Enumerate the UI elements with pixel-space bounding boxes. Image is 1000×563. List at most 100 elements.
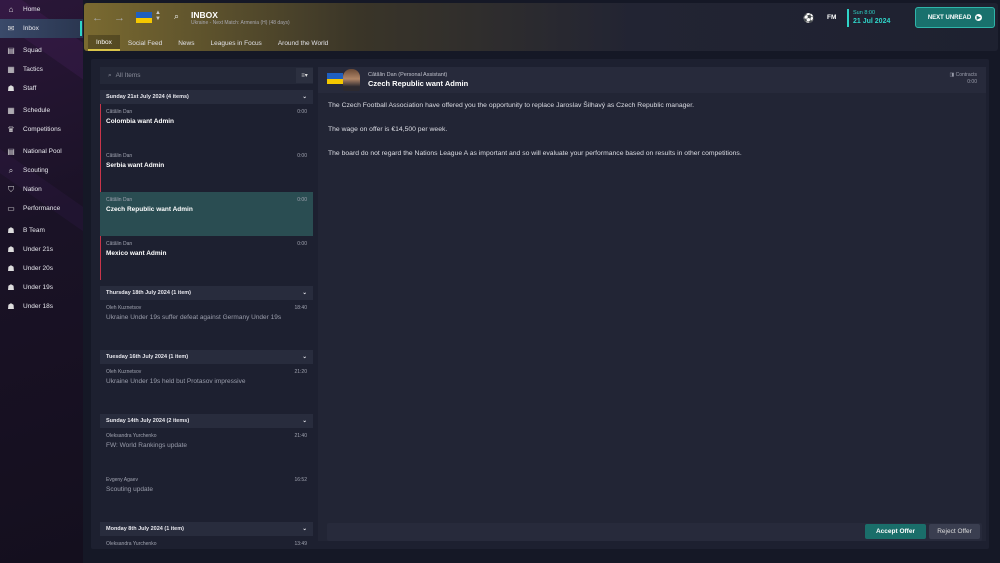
search-icon[interactable]: ⌕ — [174, 11, 179, 22]
sidebar-item-schedule[interactable]: ▦ Schedule — [0, 101, 83, 120]
football-icon[interactable]: ⚽ — [803, 13, 814, 24]
sidebar-item-label: Inbox — [23, 25, 39, 32]
date-group-header[interactable]: Sunday 14th July 2024 (2 items) ⌄ — [100, 414, 313, 428]
national-pool-icon: ▤ — [7, 147, 15, 156]
sidebar-item-performance[interactable]: ▭ Performance — [0, 199, 83, 218]
avatar[interactable] — [343, 69, 360, 91]
tab-around-the-world[interactable]: Around the World — [270, 35, 336, 51]
message-list: ⌕ All Items ≡▾ Sunday 21st July 2024 (4 … — [100, 67, 313, 547]
tab-news[interactable]: News — [170, 35, 202, 51]
action-bar: Accept Offer Reject Offer — [327, 523, 982, 541]
message-row[interactable]: Oleksandra Yurchenko 21:40 FW: World Ranki… — [100, 428, 313, 472]
sidebar-item-home[interactable]: ⌂ Home — [0, 0, 83, 19]
sidebar-item-tactics[interactable]: ▦ Tactics — [0, 60, 83, 79]
staff-icon: ☗ — [7, 84, 15, 93]
sidebar-item-under-20s[interactable]: ☗ Under 20s — [0, 259, 83, 278]
inbox-icon: ✉ — [7, 24, 15, 33]
date-group-header[interactable]: Sunday 21st July 2024 (4 items) ⌄ — [100, 90, 313, 104]
sidebar-item-label: Under 20s — [23, 265, 53, 272]
sidebar: ⌂ Home ✉ Inbox ▤ Squad ▦ Tactics ☗ Staff ▦ Schedule… — [0, 0, 83, 563]
message-time: 16:52 — [294, 477, 307, 483]
inbox-panel: ⌕ All Items ≡▾ Sunday 21st July 2024 (4 … — [91, 59, 989, 549]
next-match-info: Ukraine - Next Match: Armenia (H) (48 da… — [191, 20, 290, 26]
message-sender[interactable]: Cătălin Dan (Personal Assistant) — [368, 72, 447, 78]
message-time: 21:40 — [294, 433, 307, 439]
performance-icon: ▭ — [7, 204, 15, 213]
squad-icon: ▤ — [7, 46, 15, 55]
message-subject: Colombia want Admin — [106, 118, 175, 125]
message-time: 18:40 — [294, 305, 307, 311]
tab-inbox[interactable]: Inbox — [88, 35, 120, 51]
message-subject: FW: World Rankings update — [106, 442, 188, 449]
reject-offer-button[interactable]: Reject Offer — [929, 524, 980, 539]
sidebar-item-staff[interactable]: ☗ Staff — [0, 79, 83, 98]
chevron-down-icon[interactable]: ⌄ — [302, 290, 307, 296]
date-group-label: Monday 8th July 2024 (1 item) — [106, 526, 184, 532]
sidebar-item-under-21s[interactable]: ☗ Under 21s — [0, 240, 83, 259]
message-from: Cătălin Dan — [106, 153, 133, 159]
sidebar-item-national-pool[interactable]: ▤ National Pool — [0, 142, 83, 161]
ukraine-flag-icon[interactable] — [136, 12, 152, 23]
message-row[interactable]: Oleksandra Yurchenko 13:49 — [100, 536, 313, 547]
next-unread-label: NEXT UNREAD — [927, 14, 972, 21]
date-group-header[interactable]: Thursday 18th July 2024 (1 item) ⌄ — [100, 286, 313, 300]
fm-logo[interactable]: FM — [827, 14, 836, 21]
back-arrow-icon[interactable]: ← — [92, 12, 103, 24]
message-subject: Ukraine Under 19s held but Protasov impr… — [106, 378, 246, 385]
page-title: INBOX — [191, 10, 218, 20]
tab-bar: Inbox Social Feed News Leagues in Focus … — [88, 35, 336, 51]
sidebar-item-under-19s[interactable]: ☗ Under 19s — [0, 278, 83, 297]
date-group-header[interactable]: Tuesday 16th July 2024 (1 item) ⌄ — [100, 350, 313, 364]
sidebar-item-scouting[interactable]: ⌕ Scouting — [0, 161, 83, 180]
message-row[interactable]: Cătălin Dan 0:00 Mexico want Admin — [100, 236, 313, 280]
message-detail: Cătălin Dan (Personal Assistant) Czech R… — [318, 67, 986, 541]
schedule-icon: ▦ — [7, 106, 15, 115]
sidebar-item-label: Home — [23, 6, 41, 13]
tab-leagues-in-focus[interactable]: Leagues in Focus — [203, 35, 270, 51]
tab-social-feed[interactable]: Social Feed — [120, 35, 170, 51]
forward-arrow-icon[interactable]: → — [114, 12, 125, 24]
search-input[interactable]: ⌕ All Items ≡▾ — [100, 67, 313, 84]
message-from: Cătălin Dan — [106, 197, 133, 203]
date-group-label: Thursday 18th July 2024 (1 item) — [106, 290, 191, 296]
message-row[interactable]: Evgeny Agaev 16:52 Scouting update — [100, 472, 313, 516]
scouting-icon: ⌕ — [8, 165, 14, 175]
message-time: 0:00 — [297, 109, 307, 115]
message-row[interactable]: Cătălin Dan 0:00 Serbia want Admin — [100, 148, 313, 192]
chevron-down-icon[interactable]: ⌄ — [302, 526, 307, 532]
sidebar-item-under-18s[interactable]: ☗ Under 18s — [0, 297, 83, 316]
filter-menu-icon[interactable]: ≡▾ — [296, 68, 313, 83]
date-group-label: Sunday 14th July 2024 (2 items) — [106, 418, 190, 424]
sidebar-item-competitions[interactable]: ♛ Competitions — [0, 120, 83, 139]
date-group-label: Sunday 21st July 2024 (4 items) — [106, 94, 189, 100]
sidebar-item-squad[interactable]: ▤ Squad — [0, 41, 83, 60]
date-group-header[interactable]: Monday 8th July 2024 (1 item) ⌄ — [100, 522, 313, 536]
body-paragraph: The board do not regard the Nations Leag… — [328, 150, 742, 157]
contracts-label: Contracts — [955, 72, 977, 78]
message-time: 0:00 — [297, 241, 307, 247]
message-from: Oleksandra Yurchenko — [106, 541, 157, 547]
message-row[interactable]: Oleh Kuznetsov 18:40 Ukraine Under 19s suf… — [100, 300, 313, 344]
message-row[interactable]: Cătălin Dan 0:00 Czech Republic want Admin — [100, 192, 313, 236]
sidebar-item-nation[interactable]: ⛉ Nation — [0, 180, 83, 199]
sidebar-item-label: Scouting — [23, 167, 49, 174]
sidebar-item-label: Schedule — [23, 107, 51, 114]
chevron-down-icon[interactable]: ⌄ — [302, 94, 307, 100]
under-21s-icon: ☗ — [7, 245, 15, 254]
team-switch-icon[interactable]: ▲ ▼ — [155, 10, 161, 22]
sidebar-item-label: Under 21s — [23, 246, 53, 253]
chevron-down-icon[interactable]: ⌄ — [302, 354, 307, 360]
next-unread-button[interactable]: NEXT UNREAD ▶ — [915, 7, 995, 28]
message-subject: Scouting update — [106, 486, 153, 493]
accept-offer-button[interactable]: Accept Offer — [865, 524, 926, 539]
date-group-label: Tuesday 16th July 2024 (1 item) — [106, 354, 189, 360]
chevron-down-icon[interactable]: ⌄ — [302, 418, 307, 424]
sidebar-item-b-team[interactable]: ☗ B Team — [0, 221, 83, 240]
message-row[interactable]: Cătălin Dan 0:00 Colombia want Admin — [100, 104, 313, 148]
message-subject: Mexico want Admin — [106, 250, 167, 257]
contracts-tag[interactable]: ◨ Contracts 0:00 — [949, 72, 977, 86]
message-from: Cătălin Dan — [106, 109, 133, 115]
body-paragraph: The wage on offer is €14,500 per week. — [328, 126, 448, 133]
sidebar-item-inbox[interactable]: ✉ Inbox — [0, 19, 83, 38]
message-row[interactable]: Oleh Kuznetsov 21:20 Ukraine Under 19s hel… — [100, 364, 313, 408]
